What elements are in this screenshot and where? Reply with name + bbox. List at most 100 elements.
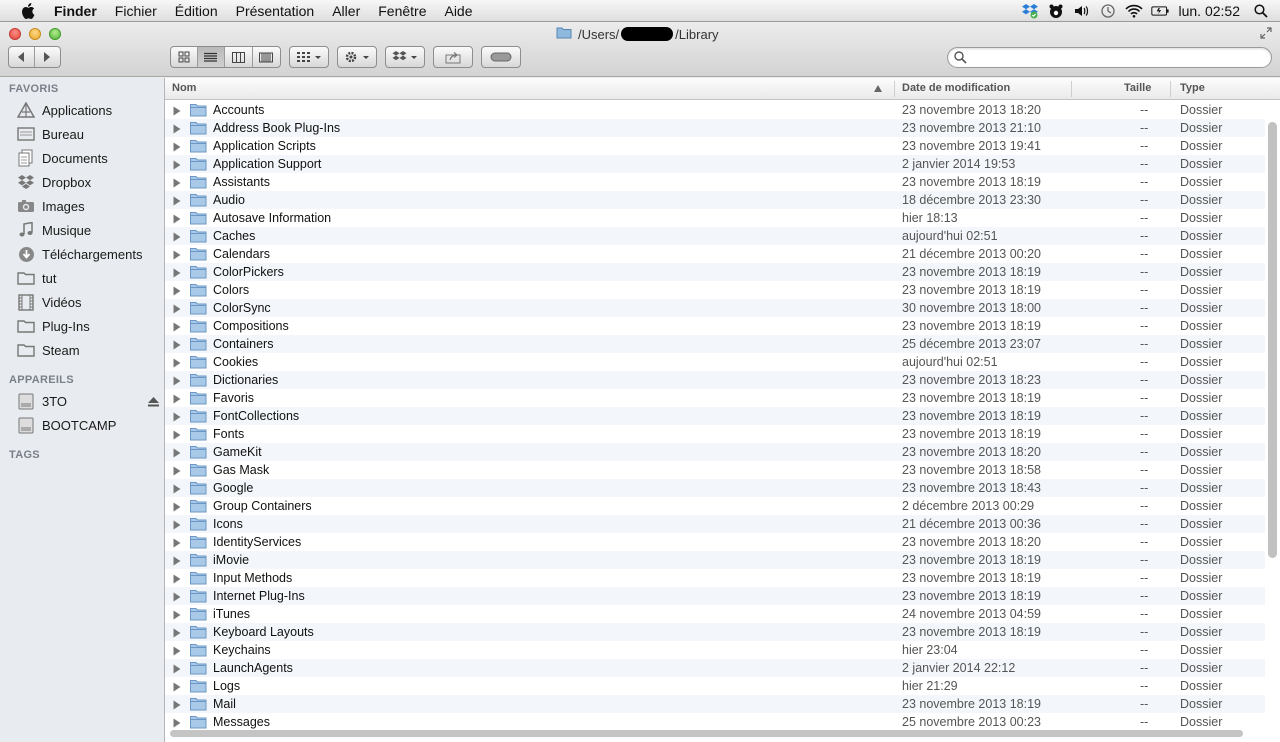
- menu-fenetre[interactable]: Fenêtre: [378, 3, 426, 19]
- disclosure-triangle-icon[interactable]: [173, 321, 181, 335]
- action-menu-button[interactable]: [337, 46, 377, 68]
- disclosure-triangle-icon[interactable]: [173, 483, 181, 497]
- file-row[interactable]: Calendars 21 décembre 2013 00:20 -- Dossier: [165, 245, 1265, 263]
- file-row[interactable]: Cookies aujourd'hui 02:51 -- Dossier: [165, 353, 1265, 371]
- disclosure-triangle-icon[interactable]: [173, 465, 181, 479]
- dropbox-menu-button[interactable]: [385, 46, 425, 68]
- disclosure-triangle-icon[interactable]: [173, 717, 181, 731]
- file-row[interactable]: Application Support 2 janvier 2014 19:53 -…: [165, 155, 1265, 173]
- disclosure-triangle-icon[interactable]: [173, 519, 181, 533]
- sidebar-item-bureau[interactable]: Bureau: [16, 123, 161, 145]
- horizontal-scrollbar[interactable]: [170, 730, 1243, 737]
- disclosure-triangle-icon[interactable]: [173, 303, 181, 317]
- coverflow-view-button[interactable]: [253, 47, 280, 67]
- sidebar-item-telechargements[interactable]: Téléchargements: [16, 243, 161, 265]
- disclosure-triangle-icon[interactable]: [173, 699, 181, 713]
- file-row[interactable]: Internet Plug-Ins 23 novembre 2013 18:19 -…: [165, 587, 1265, 605]
- arrange-menu-button[interactable]: [289, 46, 329, 68]
- file-row[interactable]: FontCollections 23 novembre 2013 18:19 -- D…: [165, 407, 1265, 425]
- file-row[interactable]: Application Scripts 23 novembre 2013 19:4…: [165, 137, 1265, 155]
- disclosure-triangle-icon[interactable]: [173, 249, 181, 263]
- disclosure-triangle-icon[interactable]: [173, 537, 181, 551]
- sidebar-item-3to[interactable]: 3TO: [16, 390, 161, 412]
- file-row[interactable]: Gas Mask 23 novembre 2013 18:58 -- Dossier: [165, 461, 1265, 479]
- file-row[interactable]: Assistants 23 novembre 2013 18:19 -- Dossie…: [165, 173, 1265, 191]
- sidebar-item-videos[interactable]: Vidéos: [16, 291, 161, 313]
- menu-edition[interactable]: Édition: [175, 3, 218, 19]
- column-separator[interactable]: [894, 81, 895, 97]
- file-row[interactable]: iMovie 23 novembre 2013 18:19 -- Dossier: [165, 551, 1265, 569]
- disclosure-triangle-icon[interactable]: [173, 285, 181, 299]
- menu-aide[interactable]: Aide: [444, 3, 472, 19]
- file-row[interactable]: iTunes 24 novembre 2013 04:59 -- Dossier: [165, 605, 1265, 623]
- file-row[interactable]: Logs hier 21:29 -- Dossier: [165, 677, 1265, 695]
- spotlight-icon[interactable]: [1252, 2, 1270, 20]
- list-view-button[interactable]: [197, 47, 226, 67]
- sidebar-item-bootcamp[interactable]: BOOTCAMP: [16, 414, 161, 436]
- disclosure-triangle-icon[interactable]: [173, 591, 181, 605]
- file-row[interactable]: Icons 21 décembre 2013 00:36 -- Dossier: [165, 515, 1265, 533]
- menu-presentation[interactable]: Présentation: [236, 3, 315, 19]
- column-header-size[interactable]: Taille: [1124, 82, 1151, 94]
- zoom-button[interactable]: [49, 28, 61, 40]
- file-row[interactable]: Keychains hier 23:04 -- Dossier: [165, 641, 1265, 659]
- vertical-scrollbar[interactable]: [1268, 122, 1277, 558]
- file-row[interactable]: Google 23 novembre 2013 18:43 -- Dossier: [165, 479, 1265, 497]
- column-header-date[interactable]: Date de modification: [902, 82, 1010, 94]
- file-row[interactable]: ColorPickers 23 novembre 2013 18:19 -- Doss…: [165, 263, 1265, 281]
- disclosure-triangle-icon[interactable]: [173, 231, 181, 245]
- file-row[interactable]: Colors 23 novembre 2013 18:19 -- Dossier: [165, 281, 1265, 299]
- minimize-button[interactable]: [29, 28, 41, 40]
- file-row[interactable]: Input Methods 23 novembre 2013 18:19 -- Dos…: [165, 569, 1265, 587]
- disclosure-triangle-icon[interactable]: [173, 627, 181, 641]
- file-row[interactable]: Dictionaries 23 novembre 2013 18:23 -- Doss…: [165, 371, 1265, 389]
- menubar-clock[interactable]: lun. 02:52: [1179, 3, 1241, 19]
- menu-fichier[interactable]: Fichier: [115, 3, 157, 19]
- eject-icon[interactable]: [148, 395, 159, 410]
- sidebar-item-applications[interactable]: Applications: [16, 99, 161, 121]
- tags-button[interactable]: [481, 46, 521, 68]
- disclosure-triangle-icon[interactable]: [173, 429, 181, 443]
- sidebar-item-images[interactable]: Images: [16, 195, 161, 217]
- disclosure-triangle-icon[interactable]: [173, 609, 181, 623]
- disclosure-triangle-icon[interactable]: [173, 213, 181, 227]
- fullscreen-icon[interactable]: [1260, 27, 1272, 39]
- disclosure-triangle-icon[interactable]: [173, 447, 181, 461]
- dropbox-status-icon[interactable]: [1021, 2, 1039, 20]
- disclosure-triangle-icon[interactable]: [173, 159, 181, 173]
- sidebar-item-plug-ins[interactable]: Plug-Ins: [16, 315, 161, 337]
- disclosure-triangle-icon[interactable]: [173, 375, 181, 389]
- column-separator[interactable]: [1071, 81, 1072, 97]
- disclosure-triangle-icon[interactable]: [173, 501, 181, 515]
- column-header-name[interactable]: Nom: [172, 82, 196, 94]
- disclosure-triangle-icon[interactable]: [173, 195, 181, 209]
- sidebar-item-dropbox[interactable]: Dropbox: [16, 171, 161, 193]
- sidebar-item-musique[interactable]: Musique: [16, 219, 161, 241]
- disclosure-triangle-icon[interactable]: [173, 105, 181, 119]
- wifi-icon[interactable]: [1124, 2, 1143, 20]
- disclosure-triangle-icon[interactable]: [173, 123, 181, 137]
- file-row[interactable]: Address Book Plug-Ins 23 novembre 2013 21…: [165, 119, 1265, 137]
- search-input[interactable]: [972, 50, 1262, 65]
- bear-status-icon[interactable]: [1047, 2, 1065, 20]
- disclosure-triangle-icon[interactable]: [173, 393, 181, 407]
- file-row[interactable]: IdentityServices 23 novembre 2013 18:20 --…: [165, 533, 1265, 551]
- file-row[interactable]: Messages 25 novembre 2013 00:23 -- Dossier: [165, 713, 1265, 731]
- forward-button[interactable]: [35, 47, 60, 67]
- back-button[interactable]: [9, 47, 35, 67]
- file-row[interactable]: Caches aujourd'hui 02:51 -- Dossier: [165, 227, 1265, 245]
- file-row[interactable]: GameKit 23 novembre 2013 18:20 -- Dossier: [165, 443, 1265, 461]
- disclosure-triangle-icon[interactable]: [173, 645, 181, 659]
- battery-icon[interactable]: [1150, 2, 1169, 20]
- sidebar-item-documents[interactable]: Documents: [16, 147, 161, 169]
- file-row[interactable]: Favoris 23 novembre 2013 18:19 -- Dossier: [165, 389, 1265, 407]
- file-row[interactable]: ColorSync 30 novembre 2013 18:00 -- Dossier: [165, 299, 1265, 317]
- file-row[interactable]: Fonts 23 novembre 2013 18:19 -- Dossier: [165, 425, 1265, 443]
- disclosure-triangle-icon[interactable]: [173, 339, 181, 353]
- column-header-kind[interactable]: Type: [1180, 82, 1205, 94]
- file-row[interactable]: Audio 18 décembre 2013 23:30 -- Dossier: [165, 191, 1265, 209]
- file-row[interactable]: Autosave Information hier 18:13 -- Dossier: [165, 209, 1265, 227]
- disclosure-triangle-icon[interactable]: [173, 573, 181, 587]
- apple-menu-icon[interactable]: [18, 2, 38, 19]
- file-row[interactable]: Accounts 23 novembre 2013 18:20 -- Dossier: [165, 101, 1265, 119]
